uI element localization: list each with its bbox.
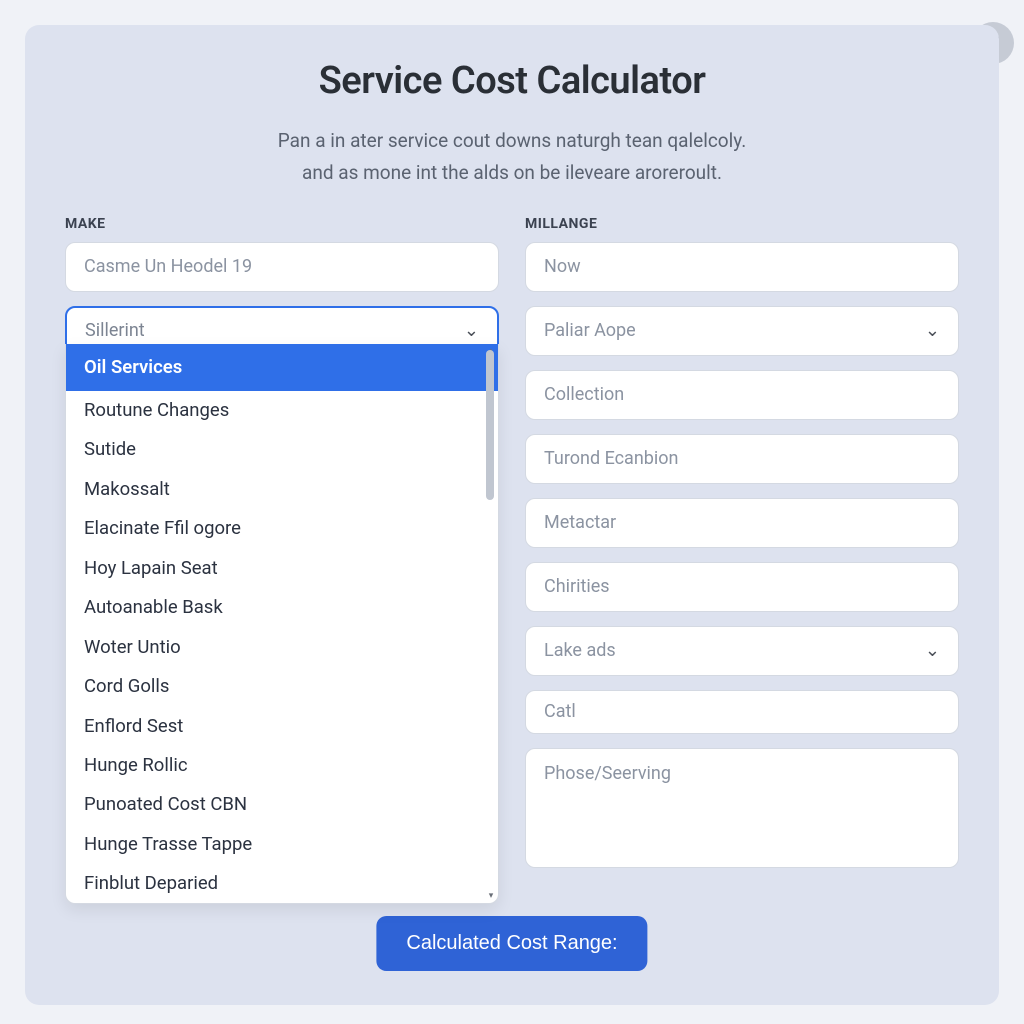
dropdown-option[interactable]: Hoy Lapain Seat (66, 549, 498, 588)
dropdown-option[interactable]: Autoanable Bask (66, 588, 498, 627)
chirities-input[interactable]: Chirities (525, 562, 959, 612)
chevron-down-icon: ⌄ (464, 320, 479, 341)
make-input[interactable]: Casme Un Heodel 19 (65, 242, 499, 292)
service-type-dropdown: ▴ Oil Services Routune Changes Sutide Ma… (65, 344, 499, 904)
page-subtitle: Pan a in ater service cout downs naturgh… (65, 125, 959, 190)
metactar-input[interactable]: Metactar (525, 498, 959, 548)
dropdown-option[interactable]: Elacinate Ffil ogore (66, 509, 498, 548)
dropdown-option[interactable]: Punoated Cost CBN (66, 785, 498, 824)
catl-input[interactable]: Catl (525, 690, 959, 734)
scroll-thumb[interactable] (486, 350, 494, 500)
dropdown-option[interactable]: Cord Golls (66, 667, 498, 706)
form-grid: MAKE Casme Un Heodel 19 Sillerint ⌄ ▴ Oi… (65, 216, 959, 868)
dropdown-option[interactable]: Routune Changes (66, 391, 498, 430)
phose-textarea[interactable]: Phose/Seerving (525, 748, 959, 868)
calculate-button[interactable]: Calculated Cost Range: (376, 916, 647, 971)
make-label: MAKE (65, 216, 499, 232)
millange-input[interactable]: Now (525, 242, 959, 292)
dropdown-option-selected[interactable]: Oil Services (66, 344, 498, 391)
dropdown-option[interactable]: Finblut Deparied (66, 864, 498, 903)
lake-ads-select[interactable]: Lake ads ⌄ (525, 626, 959, 676)
dropdown-option[interactable]: Woter Untio (66, 628, 498, 667)
chevron-down-icon: ⌄ (925, 320, 940, 341)
page-title: Service Cost Calculator (65, 59, 959, 103)
dropdown-scrollbar[interactable] (486, 350, 496, 897)
scroll-down-icon[interactable]: ▾ (486, 891, 496, 901)
paliar-select[interactable]: Paliar Aope ⌄ (525, 306, 959, 356)
chevron-down-icon: ⌄ (925, 640, 940, 661)
right-column: MILLANGE Now Paliar Aope ⌄ Collection Tu… (525, 216, 959, 868)
dropdown-option[interactable]: Hunge Rollic (66, 746, 498, 785)
calculator-card: Service Cost Calculator Pan a in ater se… (25, 25, 999, 1005)
turond-input[interactable]: Turond Ecanbion (525, 434, 959, 484)
dropdown-option[interactable]: Enflord Sest (66, 707, 498, 746)
dropdown-option[interactable]: Makossalt (66, 470, 498, 509)
millange-label: MILLANGE (525, 216, 959, 232)
dropdown-option[interactable]: Hunge Trasse Tappe (66, 825, 498, 864)
left-column: MAKE Casme Un Heodel 19 Sillerint ⌄ ▴ Oi… (65, 216, 499, 868)
collection-input[interactable]: Collection (525, 370, 959, 420)
dropdown-option[interactable]: Sutide (66, 430, 498, 469)
